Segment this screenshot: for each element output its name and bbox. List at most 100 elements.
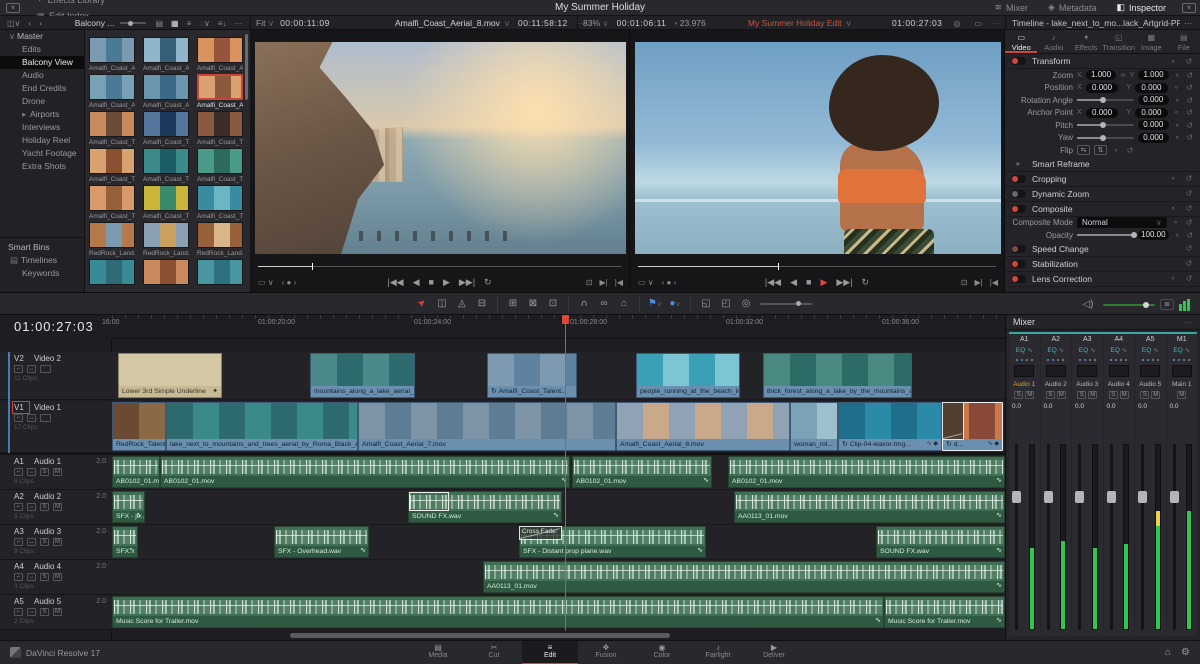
timeline-clip[interactable]: Lower 3rd Simple Underline ✦ — [118, 353, 222, 398]
x-value-input[interactable]: 1.000 — [1085, 70, 1117, 81]
audio-meters-icon[interactable] — [1179, 298, 1190, 311]
inspector-section-speed-change[interactable]: Speed Change ↺ — [1005, 242, 1200, 257]
track-header-v1[interactable]: V1 Video 1 ⌐ ↔ 17 Clips — [0, 401, 112, 453]
track-visibility-icon[interactable] — [40, 414, 51, 422]
current-bin-label[interactable]: Balcony ... — [75, 18, 115, 28]
settings-gear-icon[interactable]: ⚙ — [1181, 647, 1190, 658]
solo-button[interactable]: S — [40, 503, 49, 511]
window-layout-icon[interactable]: ∨ — [6, 2, 20, 13]
source-scrub-bar[interactable] — [258, 262, 621, 270]
timeline-clip[interactable]: people_running_at_the_beach_in_brig... — [636, 353, 740, 398]
strip-mute-button[interactable]: M — [1056, 391, 1066, 399]
tl-go-to-end-button[interactable]: ▶▶| — [836, 277, 852, 288]
value-slider[interactable] — [1077, 122, 1134, 129]
inspector-section-lens-correction[interactable]: Lens Correction ∘ ↺ — [1005, 272, 1200, 287]
reset-icon[interactable]: ↺ — [1185, 96, 1194, 105]
inspector-section-cropping[interactable]: Cropping ∘ ↺ — [1005, 172, 1200, 187]
reset-icon[interactable]: ↺ — [1125, 146, 1135, 155]
overwrite-clip-button[interactable]: ⊠ — [523, 298, 543, 309]
toolbar-tab-metadata[interactable]: ◈ Metadata — [1038, 0, 1106, 16]
timeline-viewer-image[interactable] — [635, 42, 1001, 254]
dim-audio-button[interactable]: ≣ — [1160, 299, 1174, 310]
value-slider[interactable] — [1077, 232, 1137, 239]
keyframe-icon[interactable]: ∘ — [1173, 96, 1182, 105]
timeline-clip[interactable]: ↻ Clip-04-waxor-tmg... ∿ ◆ — [838, 402, 942, 451]
keyframe-icon[interactable]: ∘ — [1173, 231, 1182, 240]
section-enable-toggle[interactable] — [1011, 174, 1026, 183]
in-point-icon[interactable]: ▶| — [600, 278, 608, 287]
timeline-volume-slider[interactable] — [1103, 301, 1155, 308]
keyframe-icon[interactable]: ∘ — [1168, 174, 1178, 183]
mixer-overflow-menu[interactable]: ··· — [1184, 317, 1193, 327]
inspector-section-composite[interactable]: Composite ∘ ↺ — [1005, 202, 1200, 217]
go-to-start-button[interactable]: |◀◀ — [387, 277, 403, 288]
track-header-a1[interactable]: A1 Audio 1 2.0 ⌐ ↔ S M 8 Clips — [0, 455, 112, 490]
reset-icon[interactable]: ↺ — [1185, 133, 1194, 142]
section-enable-toggle[interactable] — [1011, 244, 1026, 253]
media-pool-clip[interactable]: Amalfi_Coast_A... — [197, 37, 243, 72]
track-header-a5[interactable]: A5 Audio 5 2.0 ⌐ ↔ S M 2 Clips — [0, 595, 112, 630]
media-pool-clip[interactable]: Amalfi_Coast_T... — [143, 185, 189, 220]
value-slider[interactable] — [1077, 97, 1134, 104]
media-pool-clip[interactable] — [197, 259, 243, 285]
track-lock-icon[interactable]: ⌐ — [14, 538, 23, 546]
timeline-clip[interactable]: Music Score for Trailer.mov ∿ — [112, 596, 884, 628]
track-lock-icon[interactable]: ⌐ — [14, 414, 23, 422]
keyframe-icon[interactable]: ∘ — [1173, 133, 1182, 142]
mixer-strip-m1[interactable]: M1 EQ ∿ Main 1 M 0.0 — [1166, 334, 1197, 636]
reset-icon[interactable]: ↺ — [1184, 259, 1194, 268]
fader-handle[interactable] — [1106, 490, 1116, 503]
timeline-clip[interactable]: ↻ Amalfi_Coast_Talent... — [487, 353, 577, 398]
reset-icon[interactable]: ↺ — [1184, 274, 1194, 283]
y-value-input[interactable]: 0.000 — [1135, 107, 1168, 118]
reset-icon[interactable]: ↺ — [1185, 121, 1194, 130]
mute-button[interactable]: M — [53, 573, 62, 581]
stop-button[interactable]: ■ — [429, 277, 434, 287]
track-lane-a1[interactable]: AB0102_01.movAB0102_01.mov∿AB0102_01.mov… — [112, 455, 1005, 490]
panel-collapse-icon[interactable]: ◫∨ — [7, 19, 20, 28]
media-pool-clip[interactable]: Amalfi_Coast_A... — [89, 74, 135, 109]
reset-icon[interactable]: ↺ — [1185, 71, 1194, 80]
strip-fader[interactable] — [1169, 444, 1179, 630]
media-pool-clip[interactable]: Amalfi_Coast_T... — [143, 148, 189, 183]
strip-eq[interactable]: EQ ∿ — [1009, 343, 1040, 354]
media-pool-clip[interactable]: Amalfi_Coast_T... — [143, 111, 189, 146]
track-lock-icon[interactable]: ⌐ — [14, 608, 23, 616]
grid-view-icon[interactable]: ▦ — [171, 19, 179, 28]
keyframe-icon[interactable]: ∘ — [1172, 108, 1181, 117]
track-header-a3[interactable]: A3 Audio 3 2.0 ⌐ ↔ S M 9 Clips — [0, 525, 112, 560]
tl-step-back-button[interactable]: ◀ — [790, 277, 797, 288]
inspector-overflow-menu[interactable]: ··· — [1184, 16, 1193, 30]
keyframe-icon[interactable]: ∘ — [1171, 218, 1181, 227]
strip-fader[interactable] — [1106, 444, 1116, 630]
timeline-ruler[interactable]: 16:00 01:00:20:00 01:00:24:00 01:00:28:00 01… — [102, 315, 1005, 339]
track-lock-icon[interactable]: ⌐ — [14, 365, 23, 373]
reset-icon[interactable]: ↺ — [1184, 174, 1194, 183]
solo-button[interactable]: S — [40, 573, 49, 581]
keyframe-icon[interactable]: ∘ — [1172, 83, 1181, 92]
tl-play-button[interactable]: ▶ — [820, 277, 827, 288]
media-pool-clip[interactable]: Amalfi_Coast_T... — [89, 185, 135, 220]
auto-select-icon[interactable]: ↔ — [27, 468, 36, 476]
strip-pan-grid[interactable] — [1108, 365, 1129, 377]
composite-mode-dropdown[interactable]: Normal ∨ — [1077, 217, 1167, 229]
dual-screen-icon[interactable]: ▭ — [974, 19, 982, 28]
keyframe-icon[interactable]: ∘ — [1111, 146, 1121, 155]
value-slider[interactable] — [1077, 134, 1134, 141]
media-pool-clip[interactable]: Amalfi_Coast_T... — [89, 111, 135, 146]
tl-in-point-icon[interactable]: ▶| — [975, 278, 983, 287]
timeline-clip[interactable]: SFX - je... ∿ — [112, 491, 145, 523]
auto-select-icon[interactable]: ↔ — [27, 414, 36, 422]
trim-edit-tool[interactable]: ◫ — [432, 298, 452, 309]
inspector-section-stabilization[interactable]: Stabilization ↺ — [1005, 257, 1200, 272]
toolbar-tab-mixer[interactable]: ≋ Mixer — [984, 0, 1038, 16]
auto-select-icon[interactable]: ↔ — [27, 608, 36, 616]
play-button[interactable]: ▶ — [443, 277, 450, 288]
mute-button[interactable]: M — [53, 538, 62, 546]
reset-icon[interactable]: ↺ — [1185, 83, 1194, 92]
timeline-clip[interactable]: SOUND FX.wav ∿ — [408, 491, 562, 523]
tl-stop-button[interactable]: ■ — [806, 277, 811, 287]
home-icon[interactable]: ⌂ — [1165, 647, 1171, 658]
media-pool-clip[interactable]: RedRock_Land... — [197, 222, 243, 257]
playhead-handle[interactable] — [562, 315, 569, 324]
